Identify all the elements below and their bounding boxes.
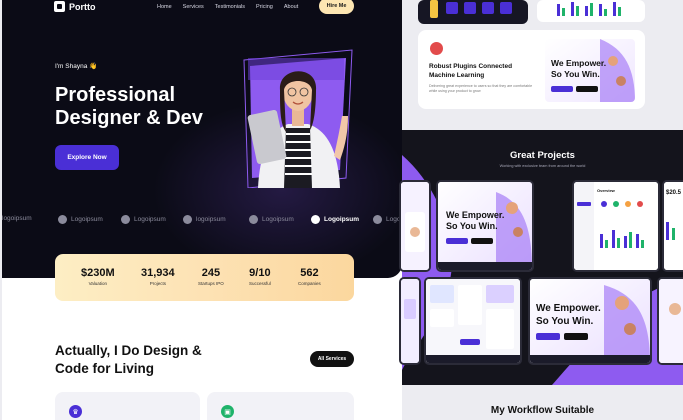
project-thumbnail[interactable]: $20.5 <box>662 180 683 272</box>
projects-subtitle: Working with exclusive team from around … <box>499 164 586 168</box>
stat-startups: 245 Startups IPO <box>198 267 224 286</box>
stat-value: 31,934 <box>141 267 175 279</box>
logo-icon <box>183 215 192 224</box>
plugin-screenshot: We Empower. So You Win. <box>545 39 635 102</box>
plugin-title: Robust Plugins Connected Machine Learnin… <box>429 63 513 79</box>
client-logo: Logoipsum <box>121 215 166 224</box>
stat-label: Successful <box>249 281 271 286</box>
service-card[interactable]: ▣ <box>207 392 354 420</box>
stat-companies: 562 Companies <box>298 267 321 286</box>
client-logo: Logoipsum <box>249 215 294 224</box>
hero-greeting: I'm Shayna 👋 <box>55 63 98 70</box>
stat-value: 9/10 <box>249 267 271 279</box>
mini-bar-chart <box>557 2 621 16</box>
logo-icon <box>58 215 67 224</box>
projects-title: Great Projects <box>510 150 575 161</box>
stat-value: $230M <box>81 267 115 279</box>
svg-text:We Empower.: We Empower. <box>446 210 504 220</box>
project-thumbnail-art <box>401 279 419 363</box>
project-thumbnail-art <box>659 279 683 363</box>
top-chart-thumbnail <box>537 0 645 22</box>
svg-text:So You Win.: So You Win. <box>536 316 594 327</box>
hero-section: Portto Home Services Testimonials Pricin… <box>2 0 402 278</box>
brand-icon <box>54 1 65 12</box>
hero-portrait <box>243 49 353 188</box>
svg-text:So You Win.: So You Win. <box>446 221 498 231</box>
project-thumbnail-art: We Empower. So You Win. <box>438 182 532 270</box>
stat-valuation: $230M Valuation <box>81 267 115 286</box>
logo-icon <box>249 215 258 224</box>
client-logo: logoipsum <box>183 215 226 224</box>
dashboard-art: Overview <box>574 182 658 270</box>
stats-bar: $230M Valuation 31,934 Projects 245 Star… <box>55 254 354 301</box>
project-thumbnail-art: We Empower. So You Win. <box>530 279 650 363</box>
project-thumbnail[interactable] <box>399 277 421 365</box>
nav-link-pricing[interactable]: Pricing <box>256 4 273 10</box>
stat-value: 562 <box>300 267 319 279</box>
plugin-icon <box>430 42 443 55</box>
top-thumbnail-art <box>430 0 512 18</box>
workflow-title: My Workflow Suitable <box>490 405 595 416</box>
project-thumbnail[interactable]: We Empower. So You Win. <box>528 277 652 365</box>
plugin-description: Delivering great experience to users so … <box>429 84 533 93</box>
explore-now-button[interactable]: Explore Now <box>55 145 119 170</box>
nav-link-testimonials[interactable]: Testimonials <box>215 4 245 10</box>
nav-links: Home Services Testimonials Pricing About <box>157 4 298 10</box>
plugin-screenshot-art: We Empower. So You Win. <box>545 39 635 102</box>
all-services-button[interactable]: All Services <box>310 351 354 367</box>
plugin-feature-card[interactable]: Robust Plugins Connected Machine Learnin… <box>418 30 645 109</box>
svg-text:We Empower.: We Empower. <box>536 303 601 314</box>
stat-value: 245 <box>201 267 221 279</box>
svg-text:We Empower.: We Empower. <box>551 58 606 68</box>
top-thumbnail <box>418 0 528 24</box>
svg-text:Overview: Overview <box>597 188 616 193</box>
services-title: Actually, I Do Design & Code for Living <box>55 343 202 376</box>
svg-text:$20.5: $20.5 <box>666 190 682 196</box>
client-logo: Logoi <box>373 215 402 224</box>
stat-label: Projects <box>149 281 166 286</box>
nav-link-home[interactable]: Home <box>157 4 172 10</box>
image-icon: ▣ <box>221 405 234 418</box>
hero-headline: Professional Designer & Dev <box>55 84 203 129</box>
nav-link-about[interactable]: About <box>284 4 298 10</box>
svg-text:So You Win.: So You Win. <box>551 69 600 79</box>
project-thumbnail-art <box>401 182 429 270</box>
brand-logo[interactable]: Portto <box>54 1 96 12</box>
logo-icon <box>311 215 320 224</box>
stat-projects: 31,934 Projects <box>141 267 175 286</box>
project-thumbnail[interactable]: We Empower. So You Win. <box>436 180 534 272</box>
project-thumbnail[interactable]: Overview <box>572 180 660 272</box>
stat-label: Companies <box>298 281 321 286</box>
stat-label: Valuation <box>88 281 108 286</box>
client-logo: Logoipsum <box>58 215 103 224</box>
hire-me-button[interactable]: Hire Me <box>319 0 354 14</box>
client-logo-active: Logoipsum <box>311 215 359 224</box>
nav-link-services[interactable]: Services <box>183 4 204 10</box>
app-ui-art <box>426 279 520 363</box>
stat-successful: 9/10 Successful <box>249 267 271 286</box>
client-logos: logoipsum Logoipsum Logoipsum logoipsum … <box>2 213 402 229</box>
project-thumbnail[interactable] <box>657 277 683 365</box>
logo-icon <box>373 215 382 224</box>
project-thumbnail-art: $20.5 <box>664 182 683 270</box>
brand-name: Portto <box>69 1 96 12</box>
service-card[interactable]: ♛ <box>55 392 200 420</box>
top-nav: Portto Home Services Testimonials Pricin… <box>2 0 402 16</box>
stat-label: Startups IPO <box>198 281 224 286</box>
crown-icon: ♛ <box>69 405 82 418</box>
logo-icon <box>121 215 130 224</box>
project-thumbnail[interactable] <box>424 277 522 365</box>
project-thumbnail[interactable] <box>399 180 431 272</box>
page: Portto Home Services Testimonials Pricin… <box>0 0 683 420</box>
portfolio-page: Portto Home Services Testimonials Pricin… <box>2 0 402 420</box>
client-logo: logoipsum <box>2 215 32 222</box>
